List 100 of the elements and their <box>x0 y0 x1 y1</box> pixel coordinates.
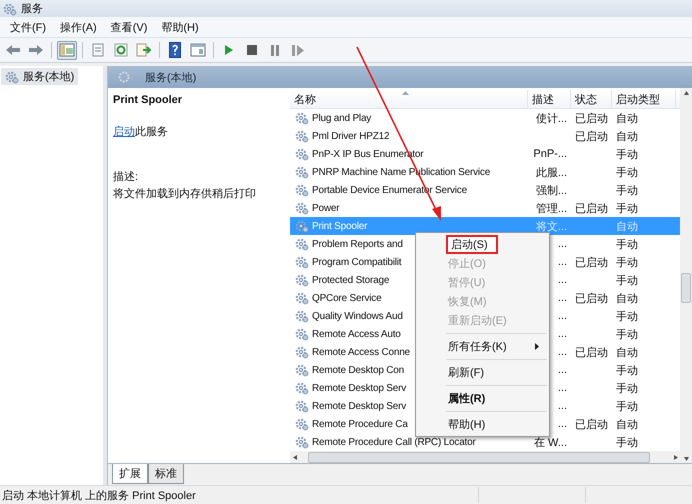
table-cell: ... <box>558 400 567 412</box>
description-text: 将文件加载到内存供稍后打印 <box>113 186 257 201</box>
service-name: Remote Procedure Ca <box>312 418 408 430</box>
service-name: Remote Access Auto <box>312 328 401 340</box>
menu-item[interactable]: 属性(R) <box>446 389 547 408</box>
horizontal-scrollbar[interactable] <box>290 451 680 463</box>
gear-icon <box>295 183 309 197</box>
gear-icon <box>295 327 309 341</box>
table-cell: ... <box>558 274 567 286</box>
gear-icon <box>295 147 309 161</box>
window-title: 服务 <box>21 2 43 16</box>
table-cell: 手动 <box>616 274 638 286</box>
table-cell: 手动 <box>616 148 638 160</box>
table-row[interactable]: Remote Procedure Call (RPC) Locator <box>290 435 528 449</box>
table-cell: 自动 <box>616 130 638 142</box>
service-name: Remote Access Conne <box>312 346 410 358</box>
tree-pane-icon[interactable] <box>57 40 77 60</box>
table-cell: ... <box>558 310 567 322</box>
scroll-thumb[interactable] <box>308 452 650 462</box>
gear-icon <box>295 219 309 233</box>
gear-icon <box>295 165 309 179</box>
table-cell: 已启动 <box>575 346 608 358</box>
vertical-scrollbar[interactable] <box>680 88 692 463</box>
table-cell: 手动 <box>616 202 638 214</box>
table-cell: ... <box>558 256 567 268</box>
table-row[interactable]: Power <box>290 201 528 215</box>
table-cell: 已启动 <box>575 292 608 304</box>
menu-item[interactable]: 帮助(H) <box>446 415 547 434</box>
view-tab[interactable]: 标准 <box>148 464 184 484</box>
table-cell: 已启动 <box>575 112 608 124</box>
table-cell: 手动 <box>616 400 638 412</box>
menu-item[interactable]: 查看(V) <box>104 20 154 34</box>
table-cell: ... <box>558 364 567 376</box>
table-cell: 自动 <box>616 220 638 232</box>
table-cell: ... <box>558 382 567 394</box>
gear-icon <box>5 70 19 84</box>
table-cell: 手动 <box>616 184 638 196</box>
column-header[interactable]: 状态 <box>571 90 612 108</box>
gear-icon <box>295 345 309 359</box>
action-sentence: 启动此服务 <box>113 124 169 139</box>
gear-icon <box>295 237 309 251</box>
table-cell: 已启动 <box>575 202 608 214</box>
menu-item[interactable]: 帮助(H) <box>154 20 206 34</box>
service-title: Print Spooler <box>113 94 184 106</box>
menu-item[interactable]: 文件(F) <box>3 20 54 34</box>
menu-item[interactable]: 操作(A) <box>53 20 104 34</box>
start-link[interactable]: 启动 <box>113 126 135 138</box>
column-header[interactable]: 启动类型 <box>612 90 676 108</box>
table-cell: ... <box>558 418 567 430</box>
table-cell: 已启动 <box>575 418 608 430</box>
table-cell: 手动 <box>616 382 638 394</box>
pane-view-icon[interactable] <box>188 40 208 60</box>
table-cell: ... <box>558 238 567 250</box>
service-name: Pml Driver HPZ12 <box>312 130 390 142</box>
menu-item[interactable]: 刷新(F) <box>446 363 547 382</box>
gear-icon <box>295 381 309 395</box>
table-row[interactable]: Pml Driver HPZ12 <box>290 129 528 143</box>
gear-icon <box>295 309 309 323</box>
gear-icon <box>117 70 131 84</box>
submenu-arrow-icon <box>535 343 539 350</box>
table-cell: ... <box>558 346 567 358</box>
service-name: Remote Procedure Call (RPC) Locator <box>312 436 476 448</box>
table-cell: 使计... <box>536 112 567 124</box>
menu-item[interactable]: 启动(S) <box>446 235 498 254</box>
service-name: Print Spooler <box>312 220 368 232</box>
tree-item[interactable]: 服务(本地) <box>1 68 78 85</box>
export-icon[interactable] <box>134 40 154 60</box>
gear-icon <box>295 417 309 431</box>
table-cell: 将文... <box>536 220 567 232</box>
service-name: Quality Windows Aud <box>312 310 403 322</box>
view-tab[interactable]: 扩展 <box>112 464 148 484</box>
gear-icon <box>295 111 309 125</box>
service-name: Program Compatibilit <box>312 256 402 268</box>
table-cell: 自动 <box>616 346 638 358</box>
table-cell: 手动 <box>616 310 638 322</box>
gear-icon <box>295 255 309 269</box>
sort-arrow-icon <box>402 91 409 95</box>
gear-icon <box>295 273 309 287</box>
gear-icon <box>295 399 309 413</box>
table-cell: 手动 <box>616 436 638 448</box>
service-name: Power <box>312 202 340 214</box>
table-row[interactable]: Plug and Play <box>290 111 528 125</box>
table-cell: 强制... <box>536 184 567 196</box>
service-name: Remote Desktop Serv <box>312 382 406 394</box>
column-header[interactable]: 描述 <box>528 90 571 108</box>
table-cell: 手动 <box>616 256 638 268</box>
service-name: Protected Storage <box>312 274 390 286</box>
description-label: 描述: <box>113 170 140 184</box>
gear-icon <box>295 201 309 215</box>
column-header[interactable]: 名称 <box>290 90 528 108</box>
gear-icon <box>3 2 17 16</box>
panel-header: 服务(本地) <box>108 66 692 88</box>
scroll-thumb[interactable] <box>681 273 691 303</box>
service-name: QPCore Service <box>312 292 382 304</box>
table-cell: PnP-... <box>533 148 567 160</box>
table-cell: 手动 <box>616 328 638 340</box>
gear-icon <box>295 363 309 377</box>
table-cell: 此服... <box>536 166 567 178</box>
gear-icon <box>295 129 309 143</box>
gear-icon <box>295 435 309 449</box>
